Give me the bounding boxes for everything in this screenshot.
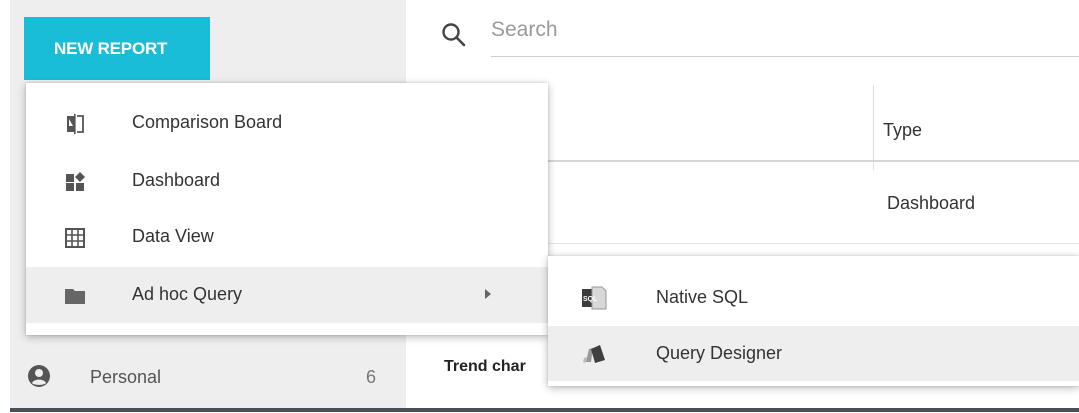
new-report-button[interactable]: NEW REPORT [24, 17, 210, 80]
new-report-menu: Comparison Board Dashboard Data View Ad … [26, 83, 548, 335]
submenu-item-label: Query Designer [656, 343, 783, 363]
search-input[interactable] [491, 10, 1079, 57]
table-cell-type: Dashboard [887, 193, 976, 213]
table-cell-name[interactable]: Trend char [444, 358, 554, 376]
svg-text:SQL: SQL [583, 296, 598, 303]
menu-item-label: Dashboard [132, 170, 221, 190]
menu-item-comparison-board[interactable]: Comparison Board [26, 95, 548, 151]
menu-item-data-view[interactable]: Data View [26, 209, 548, 265]
menu-item-label: Data View [132, 226, 214, 246]
menu-item-dashboard[interactable]: Dashboard [26, 153, 548, 209]
row-divider [546, 243, 1079, 244]
sidebar-item-personal[interactable]: Personal 6 [10, 345, 406, 405]
menu-item-ad-hoc-query[interactable]: Ad hoc Query [26, 267, 548, 323]
table-header-divider [546, 160, 1079, 162]
sidebar-item-count: 6 [366, 367, 377, 387]
compare-icon [67, 114, 84, 134]
menu-item-label: Ad hoc Query [132, 284, 243, 304]
account-circle-icon [28, 365, 50, 387]
sql-file-icon: SQL [582, 286, 607, 310]
sidebar-item-label: Personal [90, 367, 162, 387]
dashboard-icon [66, 172, 85, 191]
chevron-right-icon [485, 289, 491, 299]
column-header-type[interactable]: Type [883, 120, 922, 141]
submenu-item-label: Native SQL [656, 287, 749, 307]
query-designer-icon [583, 345, 605, 363]
folder-icon [65, 289, 85, 304]
menu-item-label: Comparison Board [132, 112, 283, 132]
submenu-item-query-designer[interactable]: Query Designer [548, 326, 1079, 381]
column-divider [873, 85, 874, 170]
ad-hoc-query-submenu: SQL Native SQL Query Designer [548, 256, 1079, 386]
grid-icon [65, 228, 85, 248]
search-icon [442, 23, 466, 47]
submenu-item-native-sql[interactable]: SQL Native SQL [548, 270, 1079, 325]
